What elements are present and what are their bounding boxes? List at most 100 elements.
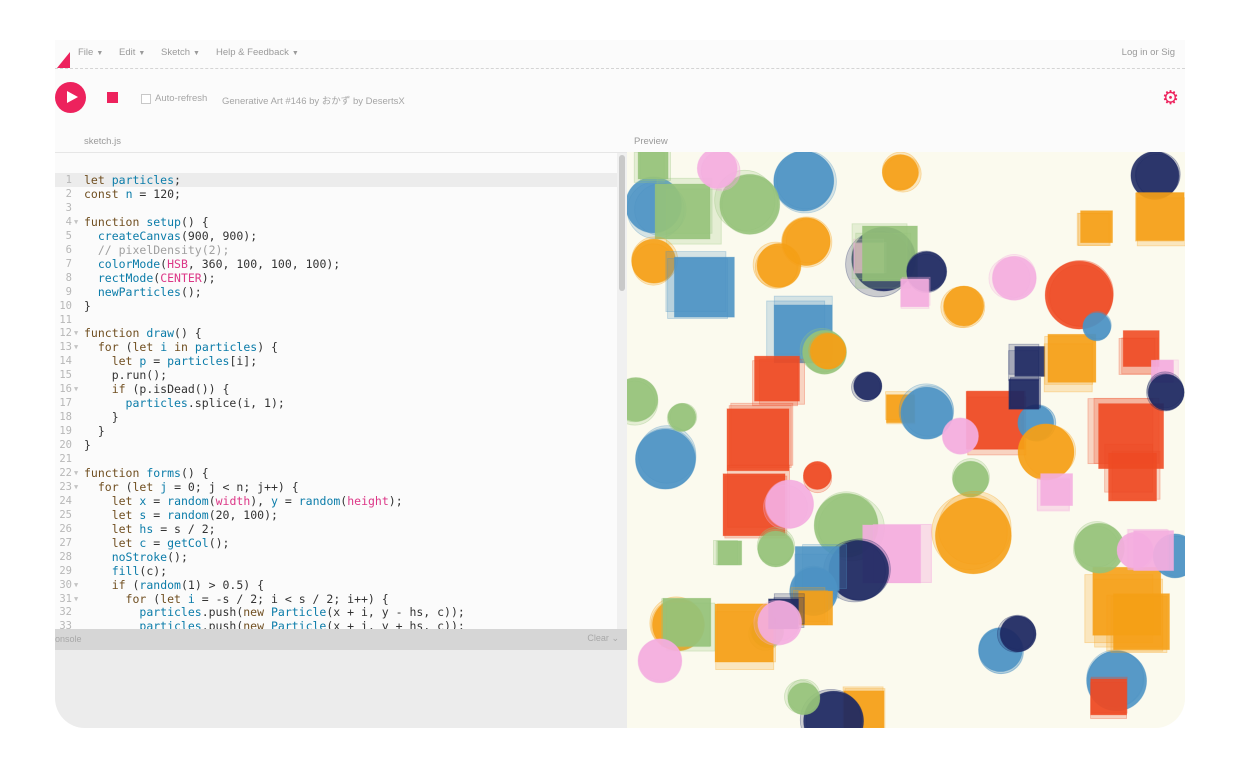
fold-arrow-icon[interactable]: ▼ <box>74 480 78 494</box>
menu-help[interactable]: Help & Feedback ▼ <box>216 47 299 58</box>
menu-file[interactable]: File ▼ <box>78 47 103 58</box>
editor-scrollbar-thumb[interactable] <box>619 155 625 291</box>
code-text: function forms() { <box>84 465 209 480</box>
chevron-down-icon: ▼ <box>193 50 200 57</box>
file-tab-label[interactable]: sketch.js <box>84 136 121 147</box>
code-line[interactable]: 33 particles.push(new Particle(x + i, y … <box>55 619 617 629</box>
code-text: fill(c); <box>111 563 168 578</box>
code-line[interactable]: 26 let hs = s / 2; <box>55 522 617 536</box>
gear-icon[interactable]: ⚙ <box>1162 88 1179 108</box>
code-line[interactable]: 32 particles.push(new Particle(x + i, y … <box>55 605 617 619</box>
code-text: } <box>84 438 91 453</box>
line-number: 13 <box>59 341 72 354</box>
project-title[interactable]: Generative Art #146 by おかず by DesertsX <box>222 93 405 107</box>
line-number: 10 <box>59 299 72 312</box>
code-line[interactable]: 21 <box>55 452 617 466</box>
console-header[interactable]: onsole Clear ⌄ <box>55 629 627 650</box>
code-line[interactable]: 25 let s = random(20, 100); <box>55 508 617 522</box>
code-line[interactable]: 1 let particles; <box>55 173 617 187</box>
code-line[interactable]: 14 let p = particles[i]; <box>55 354 617 368</box>
code-text: if (random(1) > 0.5) { <box>111 577 265 592</box>
code-line[interactable]: 2 const n = 120; <box>55 187 617 201</box>
line-number: 8 <box>65 271 72 284</box>
fold-arrow-icon[interactable]: ▼ <box>74 578 78 592</box>
code-line[interactable]: 31 ▼ for (let i = -s / 2; i < s / 2; i++)… <box>55 592 617 606</box>
sketch-circle <box>1000 614 1036 650</box>
sketch-circle <box>942 285 986 329</box>
code-text: function setup() { <box>84 214 209 229</box>
auto-refresh-checkbox[interactable] <box>141 94 151 104</box>
code-line[interactable]: 20} <box>55 438 617 452</box>
line-number: 7 <box>65 257 72 270</box>
code-line[interactable]: 30 ▼ if (random(1) > 0.5) { <box>55 578 617 592</box>
fold-arrow-icon[interactable]: ▼ <box>74 215 78 229</box>
line-number: 28 <box>59 550 72 563</box>
line-number: 33 <box>59 620 72 629</box>
line-number: 32 <box>59 606 72 619</box>
line-number: 16 <box>59 383 72 396</box>
code-line[interactable]: 5 createCanvas(900, 900); <box>55 229 617 243</box>
play-button[interactable] <box>55 82 86 113</box>
editor-scrollbar[interactable] <box>617 153 627 629</box>
code-line[interactable]: 17 particles.splice(i, 1); <box>55 396 617 410</box>
line-number: 20 <box>59 439 72 452</box>
code-line[interactable]: 28 noStroke(); <box>55 550 617 564</box>
code-line[interactable]: 29 fill(c); <box>55 564 617 578</box>
line-number: 1 <box>65 174 72 186</box>
fold-arrow-icon[interactable]: ▼ <box>74 466 78 480</box>
sketch-square <box>730 402 794 466</box>
sketch-circle <box>638 638 682 681</box>
code-line[interactable]: 16 ▼ if (p.isDead()) { <box>55 382 617 396</box>
code-line[interactable]: 8 rectMode(CENTER); <box>55 271 617 285</box>
code-line[interactable]: 12 ▼ function draw() { <box>55 326 617 340</box>
menu-sketch[interactable]: Sketch ▼ <box>161 47 200 58</box>
code-line[interactable]: 10} <box>55 299 617 313</box>
code-text: newParticles(); <box>97 284 202 299</box>
fold-arrow-icon[interactable]: ▼ <box>74 340 78 354</box>
sketch-circle <box>1135 153 1180 199</box>
console-clear-button[interactable]: Clear ⌄ <box>587 633 619 644</box>
sketch-circle <box>992 254 1037 298</box>
sketch-square <box>851 223 908 280</box>
preview-label: Preview <box>634 136 668 147</box>
code-line[interactable]: 9 newParticles(); <box>55 285 617 299</box>
code-line[interactable]: 19 } <box>55 424 617 438</box>
login-link[interactable]: Log in or Sig <box>1122 47 1175 58</box>
sketch-preview[interactable] <box>627 152 1185 728</box>
code-text: if (p.isDead()) { <box>111 382 230 397</box>
fold-arrow-icon[interactable]: ▼ <box>74 592 78 606</box>
code-line[interactable]: 18 } <box>55 410 617 424</box>
sketch-circle <box>884 155 922 193</box>
code-line[interactable]: 24 let x = random(width), y = random(hei… <box>55 494 617 508</box>
stop-button[interactable] <box>107 92 118 103</box>
code-text: function draw() { <box>84 326 202 341</box>
line-number: 17 <box>59 397 72 410</box>
code-line[interactable]: 11 <box>55 313 617 327</box>
code-line[interactable]: 27 let c = getCol(); <box>55 536 617 550</box>
line-number: 6 <box>65 243 72 256</box>
code-line[interactable]: 6 // pixelDensity(2); <box>55 243 617 257</box>
code-line[interactable]: 4 ▼ function setup() { <box>55 215 617 229</box>
fold-arrow-icon[interactable]: ▼ <box>74 326 78 340</box>
sketch-square <box>1044 335 1094 385</box>
sketch-square <box>1136 197 1185 247</box>
code-line[interactable]: 23 ▼ for (let j = 0; j < n; j++) { <box>55 480 617 494</box>
code-line[interactable]: 22 ▼ function forms() { <box>55 466 617 480</box>
sketch-circle <box>1072 525 1120 573</box>
menu-edit[interactable]: Edit ▼ <box>119 47 145 58</box>
sketch-square <box>1090 676 1128 714</box>
fold-arrow-icon[interactable]: ▼ <box>74 382 78 396</box>
sketch-circle <box>1018 424 1075 481</box>
code-line[interactable]: 15 p.run(); <box>55 368 617 382</box>
code-line[interactable]: 7 colorMode(HSB, 360, 100, 100, 100); <box>55 257 617 271</box>
p5-logo-icon[interactable] <box>57 52 70 68</box>
line-number: 27 <box>59 536 72 549</box>
code-line[interactable]: 13 ▼ for (let i in particles) { <box>55 340 617 354</box>
line-number: 31 <box>59 592 72 605</box>
menu-edit-label: Edit <box>119 47 136 58</box>
code-line[interactable]: 3 <box>55 201 617 215</box>
code-editor[interactable]: 1 let particles; 2 const n = 120; 3 4 ▼ functio… <box>55 152 627 629</box>
sketch-square <box>752 360 798 407</box>
chevron-down-icon: ▼ <box>291 50 299 57</box>
sketch-circle <box>954 461 989 496</box>
